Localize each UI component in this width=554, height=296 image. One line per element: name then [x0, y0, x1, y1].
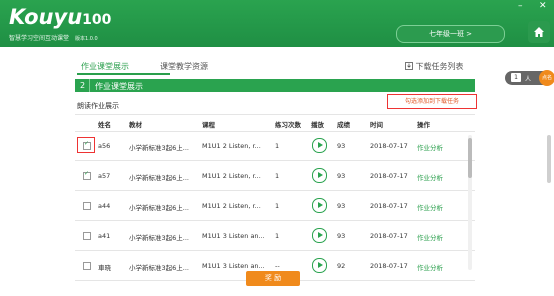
play-icon[interactable] — [312, 258, 327, 273]
analysis-link[interactable]: 作业分析 — [417, 172, 443, 182]
analysis-link[interactable]: 作业分析 — [417, 262, 443, 272]
tab-homework-showcase[interactable]: 作业课堂展示 — [81, 61, 129, 72]
cell-times: 1 — [275, 232, 280, 240]
cell-times: -- — [275, 262, 280, 270]
download-list-label: 下载任务列表 — [415, 62, 464, 71]
logo-number: 100 — [82, 12, 112, 28]
table-row: a56 小学新标准3起6上... M1U1 2 Listen, r... 1 9… — [75, 131, 475, 161]
reward-button[interactable]: 奖 励 — [246, 271, 300, 286]
col-course: 课程 — [202, 121, 215, 129]
cell-score: 93 — [337, 172, 346, 180]
table-row: a44 小学新标准3起6上... M1U1 2 Listen, r... 1 9… — [75, 191, 475, 221]
cell-course: M1U1 2 Listen, r... — [202, 142, 261, 150]
play-icon[interactable] — [312, 138, 327, 153]
section-title: 作业课堂展示 — [95, 82, 143, 91]
table-row: a57 小学新标准3起6上... M1U1 2 Listen, r... 1 9… — [75, 161, 475, 191]
app-header: Kouyu100 智慧学习空间互动课堂 版本1.0.0 – ✕ 七年级一班 > — [0, 0, 554, 47]
cell-date: 2018-07-17 — [370, 262, 408, 270]
row-checkbox[interactable] — [83, 202, 91, 210]
home-icon — [534, 27, 544, 37]
panel-title: 朗读作业展示 — [77, 102, 119, 110]
active-tab-indicator — [77, 73, 170, 75]
attendance-pill: 1 人 点名 — [505, 70, 554, 86]
play-icon[interactable] — [312, 198, 327, 213]
cell-book: 小学新标准3起6上... — [129, 234, 189, 242]
table-scrollbar-thumb[interactable] — [468, 138, 472, 178]
table-header: 姓名 教材 课程 练习次数 播放 成绩 时间 操作 — [75, 114, 475, 132]
cell-date: 2018-07-17 — [370, 202, 408, 210]
cell-score: 92 — [337, 262, 346, 270]
cell-book: 小学新标准3起6上... — [129, 264, 189, 272]
cell-book: 小学新标准3起6上... — [129, 144, 189, 152]
cell-name: a41 — [98, 232, 111, 240]
col-times: 练习次数 — [275, 121, 301, 129]
row-checkbox[interactable] — [83, 140, 91, 150]
section-header: 2 作业课堂展示 — [75, 79, 475, 92]
cell-course: M1U1 3 Listen an... — [202, 262, 265, 270]
cell-name: 車晓 — [98, 264, 111, 272]
minimize-button[interactable]: – — [518, 2, 523, 11]
table-body: a56 小学新标准3起6上... M1U1 2 Listen, r... 1 9… — [75, 131, 475, 281]
download-icon — [405, 62, 413, 70]
close-button[interactable]: ✕ — [539, 2, 547, 11]
cell-score: 93 — [337, 232, 346, 240]
col-name: 姓名 — [98, 121, 111, 129]
class-selector-button[interactable]: 七年级一班 > — [396, 25, 505, 43]
play-icon[interactable] — [312, 228, 327, 243]
analysis-link[interactable]: 作业分析 — [417, 142, 443, 152]
cell-book: 小学新标准3起6上... — [129, 204, 189, 212]
version-text: 版本1.0.0 — [75, 36, 98, 42]
subtitle-text: 智慧学习空间互动课堂 — [9, 35, 70, 42]
attendance-count[interactable]: 1 — [511, 73, 521, 82]
cell-times: 1 — [275, 142, 280, 150]
app-logo: Kouyu100 — [9, 7, 111, 31]
cell-name: a57 — [98, 172, 111, 180]
row-checkbox[interactable] — [83, 170, 91, 180]
row-checkbox[interactable] — [83, 232, 91, 240]
section-divider — [89, 79, 90, 92]
home-button[interactable] — [528, 21, 550, 43]
col-action: 操作 — [417, 121, 430, 129]
cell-date: 2018-07-17 — [370, 142, 408, 150]
cell-times: 1 — [275, 172, 280, 180]
col-score: 成绩 — [337, 121, 350, 129]
cell-course: M1U1 2 Listen, r... — [202, 172, 261, 180]
cell-course: M1U1 2 Listen, r... — [202, 202, 261, 210]
row-checkbox[interactable] — [83, 262, 91, 270]
col-time: 时间 — [370, 121, 383, 129]
roll-call-button[interactable]: 点名 — [539, 70, 554, 86]
cell-score: 93 — [337, 202, 346, 210]
col-book: 教材 — [129, 121, 142, 129]
logo-text: Kouyu — [9, 5, 83, 29]
play-icon[interactable] — [312, 168, 327, 183]
col-play: 播放 — [311, 121, 324, 129]
cell-date: 2018-07-17 — [370, 232, 408, 240]
cell-book: 小学新标准3起6上... — [129, 174, 189, 182]
page-scrollbar[interactable] — [547, 135, 551, 183]
app-subtitle: 智慧学习空间互动课堂 版本1.0.0 — [9, 33, 98, 42]
analysis-link[interactable]: 作业分析 — [417, 232, 443, 242]
tab-teaching-resources[interactable]: 课堂教学资源 — [160, 61, 208, 72]
attendance-unit: 人 — [525, 76, 532, 83]
cell-times: 1 — [275, 202, 280, 210]
add-to-download-button[interactable]: 勾选添加到下载任务 — [387, 94, 477, 109]
section-index: 2 — [80, 81, 86, 90]
cell-date: 2018-07-17 — [370, 172, 408, 180]
cell-score: 93 — [337, 142, 346, 150]
cell-name: a44 — [98, 202, 111, 210]
download-list-link[interactable]: 下载任务列表 — [405, 61, 464, 72]
table-row: a41 小学新标准3起6上... M1U1 3 Listen an... 1 9… — [75, 221, 475, 251]
cell-course: M1U1 3 Listen an... — [202, 232, 265, 240]
analysis-link[interactable]: 作业分析 — [417, 202, 443, 212]
cell-name: a56 — [98, 142, 111, 150]
